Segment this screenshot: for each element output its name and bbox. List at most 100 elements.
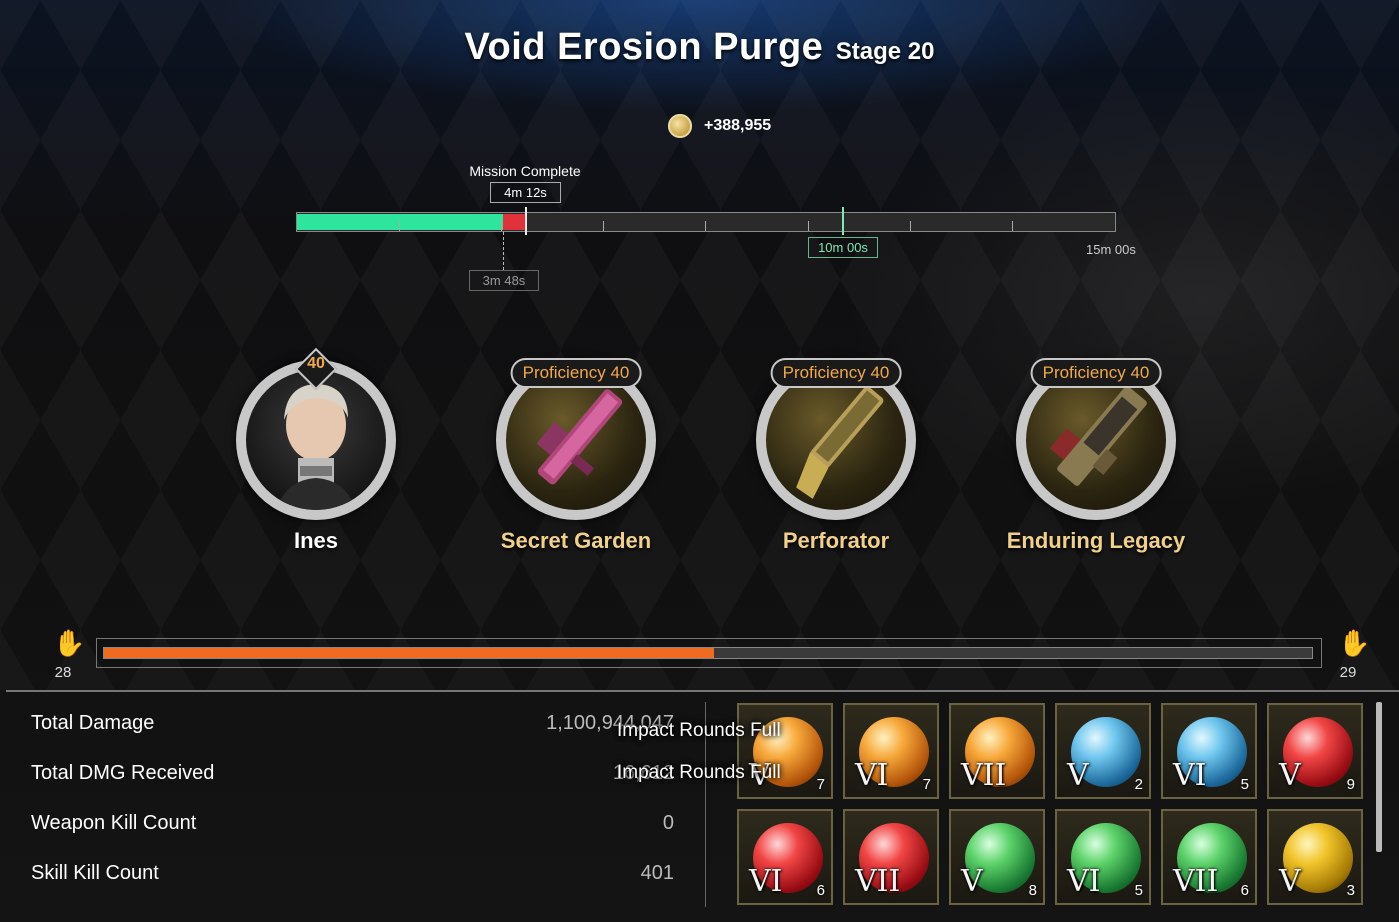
mastery-progress-bar	[96, 638, 1322, 668]
proficiency-badge: Proficiency 40	[1030, 358, 1162, 388]
module-item[interactable]: VII	[843, 809, 939, 905]
time-tick	[1012, 221, 1013, 231]
background-pattern	[0, 0, 1399, 690]
weapon-portrait: Proficiency 40	[496, 358, 656, 520]
clear-time-bar	[296, 207, 1116, 235]
weapon-slot-2: Proficiency 40 Perforator	[726, 358, 946, 554]
proficiency-badge: Proficiency 40	[770, 358, 902, 388]
mission-complete-label: Mission Complete	[469, 163, 581, 179]
stat-value: 401	[640, 862, 674, 884]
proficiency-label: Proficiency	[782, 363, 866, 382]
stat-row: Total DMG Received 16,612	[31, 762, 674, 792]
stat-row: Weapon Kill Count 0	[31, 812, 674, 842]
target-time-box: 10m 00s	[808, 237, 878, 258]
character-portrait: 40	[236, 347, 396, 520]
character-slot: 40 Ines	[206, 347, 426, 554]
proficiency-label: Proficiency	[1042, 363, 1126, 382]
mastery-current-level: 28	[54, 664, 72, 681]
module-count: 3	[1346, 882, 1355, 899]
module-tier: V	[961, 864, 983, 899]
time-bar-fill	[297, 214, 503, 230]
proficiency-label: Proficiency	[522, 363, 606, 382]
gold-coin-icon	[668, 114, 692, 138]
hand-icon: ✋	[1338, 628, 1371, 658]
character-level: 40	[307, 355, 325, 372]
stat-label: Total DMG Received	[31, 762, 215, 784]
module-item[interactable]: VI 5	[1161, 703, 1257, 799]
module-tier: V	[1279, 758, 1301, 793]
weapon-image	[1026, 370, 1166, 510]
module-tier: VII	[855, 864, 901, 899]
proficiency-value: 40	[870, 363, 890, 382]
module-tier: VI	[855, 758, 889, 793]
mastery-progress-track	[103, 647, 1313, 659]
module-reward-grid: V 7 VI 7 VII V 2 VI 5 V 9 VI 6 VII V 8 VI 5 VII 6 V 3	[737, 703, 1369, 905]
weapon-name: Secret Garden	[500, 528, 652, 553]
best-time-guide	[503, 232, 504, 270]
section-divider	[6, 690, 1399, 692]
character-name: Ines	[293, 528, 339, 553]
module-count: 6	[1240, 882, 1249, 899]
page-header: Void Erosion Purge Stage 20	[0, 26, 1399, 69]
module-tier: VII	[961, 758, 1007, 793]
target-time-marker	[842, 207, 844, 235]
reward-amount: +388,955	[704, 117, 772, 134]
weapon-slot-3: Proficiency 40 Enduring Legacy	[986, 358, 1206, 554]
module-tier: VII	[1173, 864, 1219, 899]
current-time-marker	[525, 207, 527, 235]
module-item[interactable]: V9	[1267, 703, 1363, 799]
module-item[interactable]: V8	[949, 809, 1045, 905]
stat-value: 0	[662, 812, 674, 834]
module-tier: V	[1067, 758, 1089, 793]
stat-label: Weapon Kill Count	[31, 812, 197, 834]
time-tick	[399, 221, 400, 231]
module-item[interactable]: V7	[737, 703, 833, 799]
module-count: 7	[816, 776, 825, 793]
proficiency-value: 40	[1130, 363, 1150, 382]
page-title: Void Erosion Purge	[464, 26, 824, 68]
time-tick	[910, 221, 911, 231]
proficiency-badge: Proficiency 40	[510, 358, 642, 388]
weapon-image	[506, 370, 646, 510]
mastery-progress-fill	[104, 648, 715, 658]
time-tick	[501, 221, 502, 231]
module-count: 7	[922, 776, 931, 793]
hand-icon: ✋	[53, 628, 86, 658]
weapon-image	[766, 370, 906, 510]
module-tier: VI	[1173, 758, 1207, 793]
module-item[interactable]: VI 5	[1055, 809, 1151, 905]
max-time-label: 15m 00s	[1086, 242, 1136, 257]
module-count: 9	[1346, 776, 1355, 793]
stage-label: Stage 20	[835, 38, 935, 65]
mastery-next-level: 29	[1339, 664, 1357, 681]
module-tier: VI	[749, 864, 783, 899]
module-item[interactable]: VII 6	[1161, 809, 1257, 905]
module-count: 8	[1028, 882, 1037, 899]
module-item[interactable]: VII	[949, 703, 1045, 799]
time-bar-overrun	[503, 214, 525, 230]
current-time-box: 4m 12s	[490, 182, 561, 203]
weapon-slot-1: Proficiency 40 Secret Garden	[466, 358, 686, 554]
stat-label: Total Damage	[31, 712, 155, 734]
weapon-portrait: Proficiency 40	[1016, 358, 1176, 520]
time-tick	[705, 221, 706, 231]
time-tick	[603, 221, 604, 231]
proficiency-value: 40	[610, 363, 630, 382]
module-item[interactable]: V2	[1055, 703, 1151, 799]
module-count: 5	[1240, 776, 1249, 793]
stat-label: Skill Kill Count	[31, 862, 159, 884]
character-image	[246, 370, 386, 510]
weapon-name: Perforator	[782, 528, 890, 553]
module-item[interactable]: V3	[1267, 809, 1363, 905]
module-item[interactable]: VI 6	[737, 809, 833, 905]
module-scrollbar[interactable]	[1376, 702, 1382, 852]
stat-row: Total Damage 1,100,944,047	[31, 712, 674, 742]
reward-summary: +388,955	[668, 114, 771, 138]
module-tier: V	[1279, 864, 1301, 899]
module-count: 5	[1134, 882, 1143, 899]
module-tier: VI	[1067, 864, 1101, 899]
module-item[interactable]: VI 7	[843, 703, 939, 799]
best-time-box: 3m 48s	[469, 270, 539, 291]
pickup-toast: Impact Rounds Full	[617, 720, 781, 741]
weapon-name: Enduring Legacy	[1006, 528, 1186, 553]
